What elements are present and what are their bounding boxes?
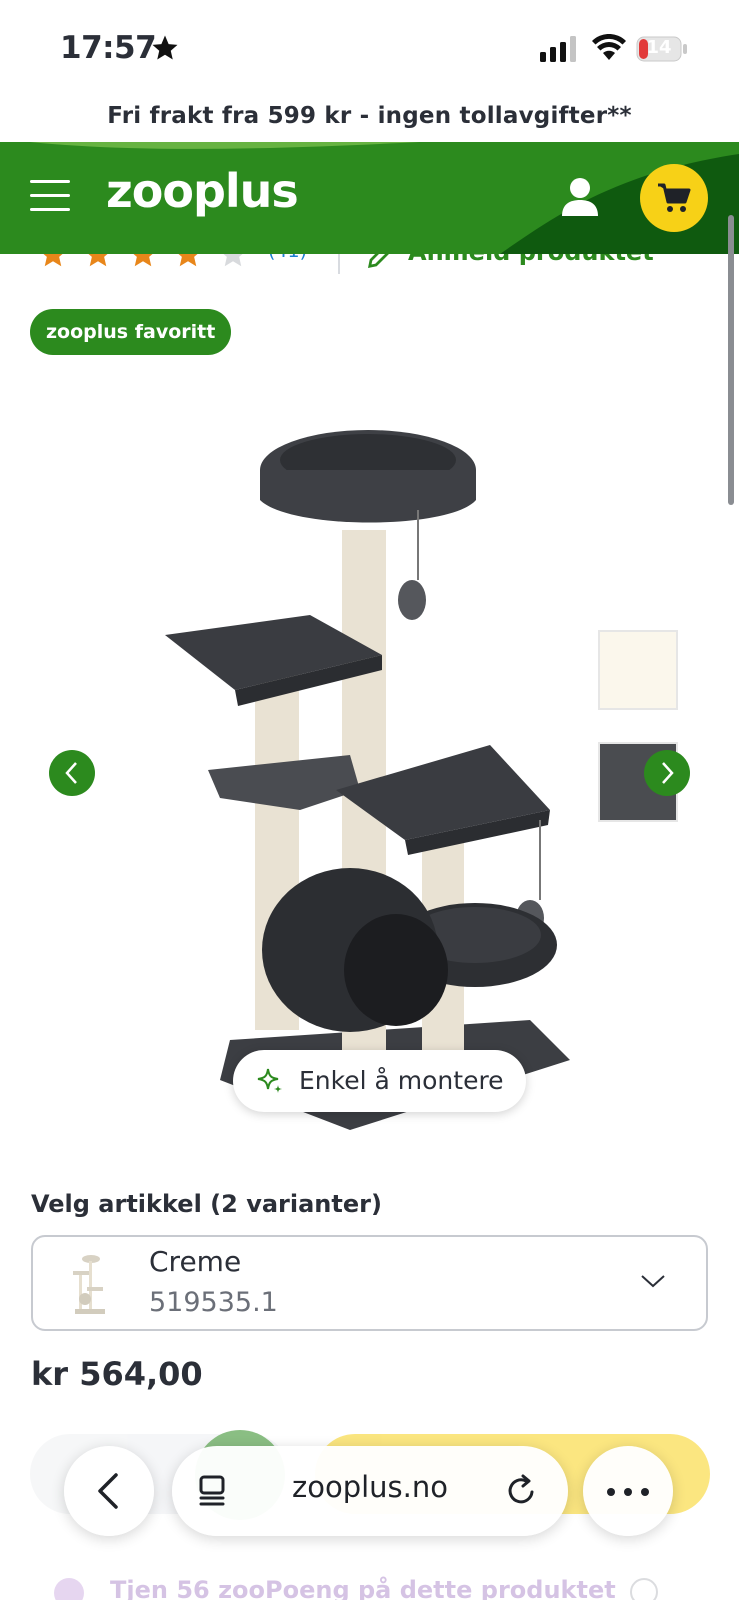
price: kr 564,00: [31, 1355, 203, 1393]
menu-line: [30, 208, 70, 211]
menu-line: [30, 180, 70, 183]
promo-text: Fri frakt fra 599 kr - ingen tollavgifte…: [107, 103, 632, 129]
swatch-creme[interactable]: [598, 630, 678, 710]
scrollbar[interactable]: [728, 215, 734, 505]
points-icon: [54, 1578, 84, 1600]
cart-button[interactable]: [640, 164, 708, 232]
sparkle-icon: [257, 1068, 282, 1093]
chevron-left-icon: [65, 762, 77, 784]
browser-back-button[interactable]: [64, 1446, 154, 1536]
carousel-prev-button[interactable]: [49, 750, 95, 796]
product-gallery[interactable]: Enkel å montere: [0, 370, 739, 1140]
browser-toolbar: zooplus.no: [0, 1440, 739, 1540]
cellular-signal-icon: [540, 36, 576, 62]
site-header: zooplus: [0, 142, 739, 254]
feature-pill-text: Enkel å montere: [299, 1066, 504, 1095]
variant-select[interactable]: Creme 519535.1: [31, 1235, 708, 1331]
promo-bar[interactable]: Fri frakt fra 599 kr - ingen tollavgifte…: [0, 96, 739, 142]
more-dot: [641, 1488, 649, 1496]
carousel-next-button[interactable]: [644, 750, 690, 796]
status-time: 17:57: [60, 30, 157, 66]
chevron-right-icon: [662, 762, 674, 784]
variant-label: Velg artikkel (2 varianter): [31, 1190, 382, 1218]
points-tip-row: Tjen 56 zooPoeng på dette produktet: [30, 1560, 710, 1600]
wifi-icon: [592, 34, 626, 60]
variant-name: Creme: [149, 1245, 242, 1278]
product-image[interactable]: [150, 400, 590, 1130]
battery-icon: 14: [636, 36, 688, 62]
battery-level: 14: [646, 37, 672, 58]
more-dot: [624, 1488, 632, 1496]
chevron-down-icon: [641, 1275, 665, 1288]
account-icon[interactable]: [560, 176, 600, 218]
menu-button[interactable]: [30, 180, 76, 216]
menu-line: [30, 194, 70, 197]
reload-icon[interactable]: [506, 1474, 538, 1508]
back-arrow-icon: [98, 1473, 118, 1509]
feature-pill: Enkel å montere: [233, 1050, 526, 1112]
star-icon: [152, 35, 178, 60]
status-bar: 17:57 14: [0, 0, 739, 96]
url-bar[interactable]: zooplus.no: [172, 1446, 568, 1536]
zooplus-logo[interactable]: zooplus: [106, 164, 299, 218]
points-tip-text: Tjen 56 zooPoeng på dette produktet: [110, 1576, 616, 1600]
variant-sku: 519535.1: [149, 1287, 278, 1318]
more-dot: [607, 1488, 615, 1496]
cart-icon: [658, 183, 691, 212]
favorite-badge: zooplus favoritt: [30, 309, 232, 355]
info-icon[interactable]: [630, 1578, 658, 1600]
variant-thumbnail: [73, 1255, 105, 1314]
more-options-button[interactable]: [583, 1446, 673, 1536]
